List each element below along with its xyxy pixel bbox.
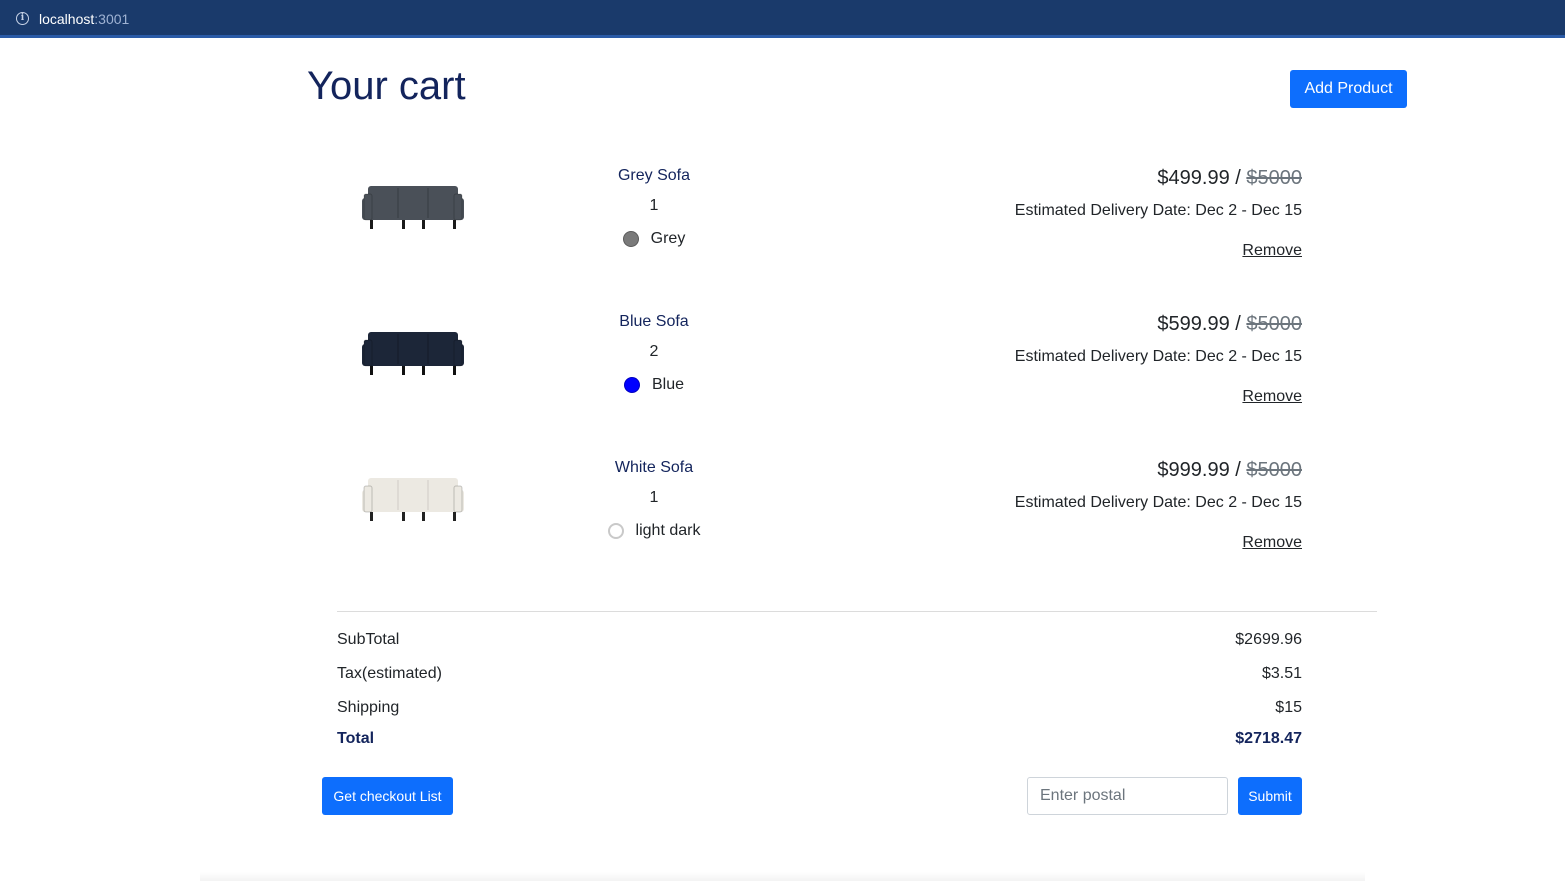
original-price: $5000	[1246, 313, 1302, 335]
item-price: $599.99 / $5000	[1157, 313, 1302, 336]
info-icon[interactable]: i	[16, 12, 29, 25]
sofa-arm-left	[363, 485, 373, 513]
sofa-seat	[362, 344, 464, 366]
url-text[interactable]: localhost:3001	[39, 11, 129, 27]
delivery-estimate: Estimated Delivery Date: Dec 2 - Dec 15	[1014, 494, 1302, 511]
sale-price: $499.99	[1157, 167, 1230, 189]
item-color-option[interactable]: Grey	[554, 230, 754, 248]
item-quantity: 1	[649, 489, 659, 506]
total-label: Total	[337, 730, 375, 747]
remove-link[interactable]: Remove	[1242, 534, 1302, 552]
shipping-value: $15	[1275, 699, 1302, 716]
subtotal-label: SubTotal	[337, 631, 400, 648]
total-value: $2718.47	[1235, 730, 1302, 747]
color-swatch[interactable]	[623, 377, 640, 393]
original-price: $5000	[1246, 459, 1302, 481]
add-product-button[interactable]: Add Product	[1290, 70, 1407, 108]
sofa-image	[362, 332, 464, 375]
sofa-arm-right	[453, 485, 463, 513]
url-host: localhost	[39, 11, 95, 27]
get-checkout-list-button[interactable]: Get checkout List	[322, 777, 453, 815]
price-separator: /	[1229, 167, 1247, 189]
bottom-shadow	[200, 872, 1365, 881]
cart-item: Blue Sofa 2 Blue $599.99 / $5000 Estimat…	[0, 296, 1565, 426]
item-color-option[interactable]: light dark	[554, 522, 754, 540]
item-quantity: 2	[649, 343, 659, 360]
sofa-arm-right	[453, 193, 463, 221]
delivery-estimate: Estimated Delivery Date: Dec 2 - Dec 15	[1014, 202, 1302, 219]
sofa-seat	[362, 198, 464, 220]
item-price: $999.99 / $5000	[1157, 459, 1302, 482]
sofa-arm-left	[363, 339, 373, 367]
tax-label: Tax(estimated)	[337, 665, 442, 682]
browser-address-bar: i localhost:3001	[0, 0, 1565, 38]
tax-value: $3.51	[1261, 665, 1302, 682]
item-name: Grey Sofa	[617, 167, 691, 184]
page-title: Your cart	[307, 64, 466, 108]
sofa-arm-right	[453, 339, 463, 367]
sofa-arm-left	[363, 193, 373, 221]
sofa-seat	[362, 490, 464, 512]
sofa-image	[362, 186, 464, 229]
sofa-image	[362, 478, 464, 521]
sale-price: $599.99	[1157, 313, 1230, 335]
color-swatch[interactable]	[622, 231, 639, 247]
item-name: Blue Sofa	[619, 313, 689, 330]
summary-divider	[337, 611, 1377, 612]
price-separator: /	[1229, 313, 1247, 335]
original-price: $5000	[1246, 167, 1302, 189]
item-color-option[interactable]: Blue	[554, 376, 754, 394]
submit-button[interactable]: Submit	[1238, 777, 1302, 815]
price-separator: /	[1229, 459, 1247, 481]
item-quantity: 1	[649, 197, 659, 214]
item-name: White Sofa	[614, 459, 694, 476]
delivery-estimate: Estimated Delivery Date: Dec 2 - Dec 15	[1014, 348, 1302, 365]
subtotal-value: $2699.96	[1235, 631, 1302, 648]
remove-link[interactable]: Remove	[1242, 388, 1302, 406]
cart-item: Grey Sofa 1 Grey $499.99 / $5000 Estimat…	[0, 150, 1565, 280]
url-port: :3001	[94, 11, 130, 27]
color-swatch[interactable]	[607, 523, 624, 539]
color-label: light dark	[635, 522, 701, 539]
sale-price: $999.99	[1157, 459, 1230, 481]
item-price: $499.99 / $5000	[1157, 167, 1302, 190]
color-label: Grey	[650, 230, 686, 247]
shipping-label: Shipping	[337, 699, 400, 716]
color-label: Blue	[651, 376, 685, 393]
postal-code-input[interactable]	[1027, 777, 1228, 815]
cart-item: White Sofa 1 light dark $999.99 / $5000 …	[0, 442, 1565, 572]
remove-link[interactable]: Remove	[1242, 242, 1302, 260]
